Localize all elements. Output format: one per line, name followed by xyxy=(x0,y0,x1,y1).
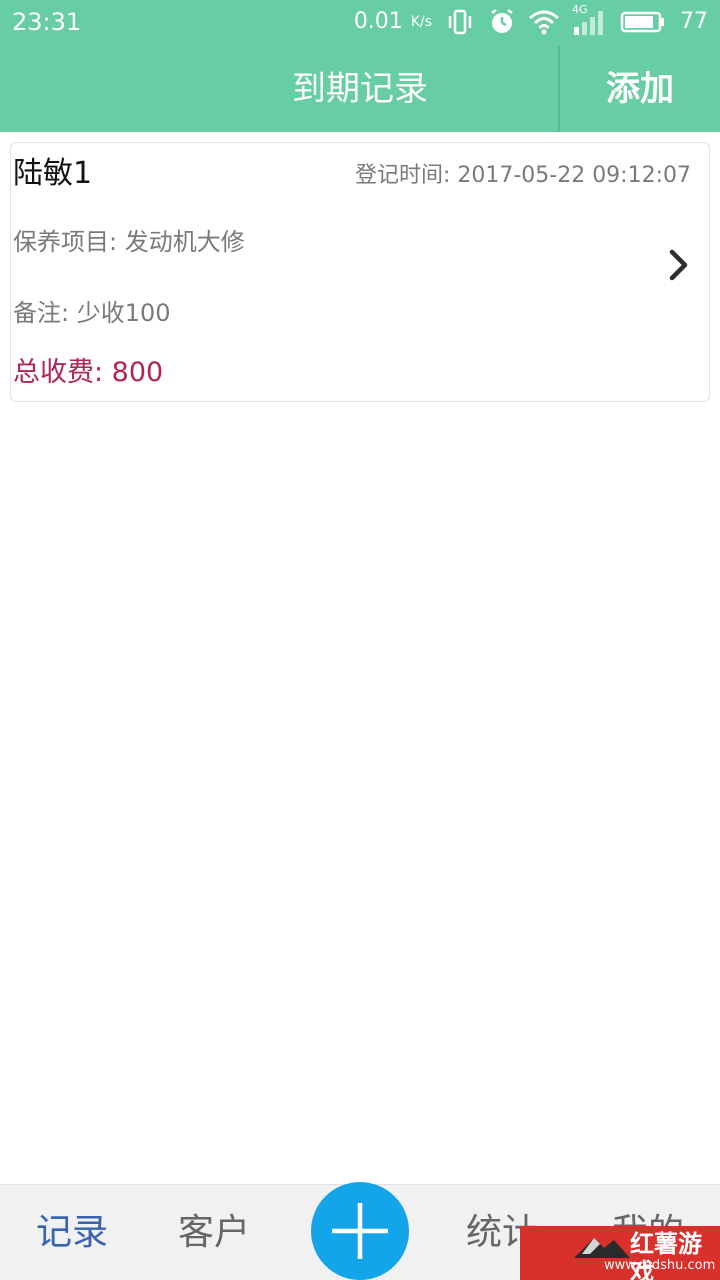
status-time: 23:31 xyxy=(12,8,82,36)
alarm-icon xyxy=(486,6,518,38)
status-bar: 23:31 0.01 K/s 4G 77 xyxy=(0,0,720,46)
record-note: 备注: 少收100 xyxy=(13,299,171,327)
battery-level: 77 xyxy=(680,9,708,34)
watermark-url: www.redshu.com xyxy=(604,1258,716,1273)
app-root: 23:31 0.01 K/s 4G 77 到期记录 添加 陆敏1 登记时间: 2… xyxy=(0,0,720,1280)
registration-time: 登记时间: 2017-05-22 09:12:07 xyxy=(354,163,691,188)
network-speed: 0.01 xyxy=(353,9,403,34)
watermark-logo-icon xyxy=(574,1238,630,1258)
plus-icon xyxy=(332,1203,388,1259)
customer-name: 陆敏1 xyxy=(13,156,93,191)
signal-icon: 4G xyxy=(570,3,610,38)
network-speed-unit: K/s xyxy=(410,14,432,30)
app-header: 到期记录 添加 xyxy=(0,46,720,132)
record-card[interactable]: 陆敏1 登记时间: 2017-05-22 09:12:07 保养项目: 发动机大… xyxy=(10,142,710,402)
chevron-right-icon[interactable] xyxy=(667,247,691,283)
watermark-banner: 红薯游戏 www.redshu.com xyxy=(520,1226,720,1280)
battery-icon xyxy=(620,6,666,38)
status-indicators: 0.01 K/s 4G 77 xyxy=(353,3,708,38)
add-record-button[interactable] xyxy=(311,1182,409,1280)
nav-tab-customers[interactable]: 客户 xyxy=(144,1185,284,1280)
total-fee: 总收费: 800 xyxy=(13,357,164,388)
nav-tab-records[interactable]: 记录 xyxy=(2,1185,142,1280)
add-button[interactable]: 添加 xyxy=(560,46,720,132)
network-type: 4G xyxy=(572,3,588,16)
vibrate-icon xyxy=(444,6,476,38)
wifi-icon xyxy=(528,6,560,38)
maintenance-item: 保养项目: 发动机大修 xyxy=(13,228,245,256)
